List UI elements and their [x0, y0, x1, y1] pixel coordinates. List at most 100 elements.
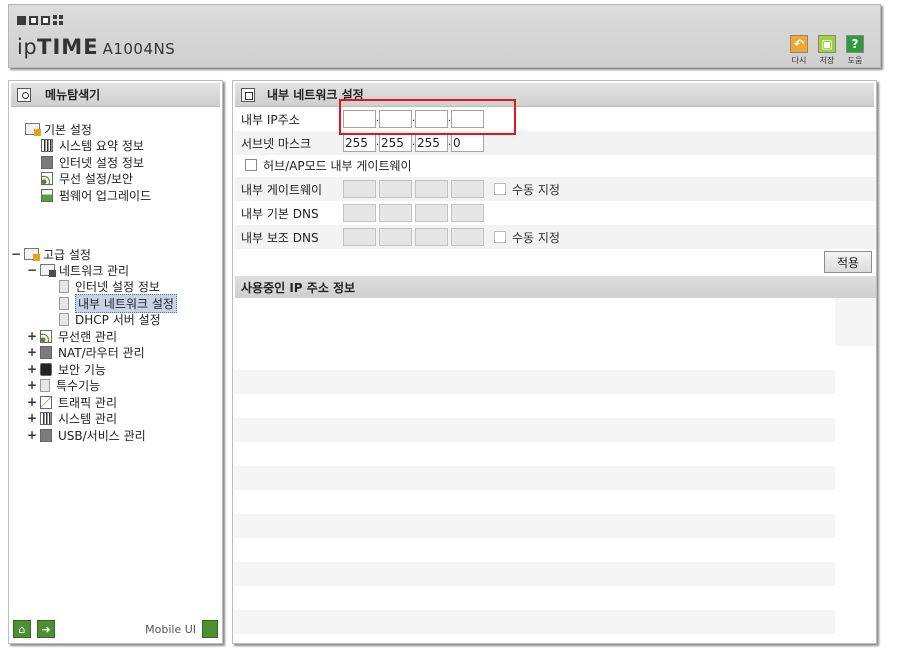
dns2-manual-label: 수동 지정 [512, 230, 560, 245]
internal-ip-octet-2[interactable] [379, 110, 412, 128]
dns2-manual: 수동 지정 [494, 229, 560, 246]
gateway-octet-3[interactable] [415, 180, 448, 198]
internal-ip-input: . . . [343, 110, 484, 128]
tree-basic-settings[interactable]: 기본 설정 [25, 121, 92, 137]
list-row [235, 562, 835, 586]
internal-ip-octet-4[interactable] [451, 110, 484, 128]
logout-icon[interactable]: ➔ [37, 620, 55, 638]
top-toolbar: ↶ 다시 ▣ 저장 ? 도움 [788, 35, 866, 66]
content-panel: 내부 네트워크 설정 내부 IP주소 . . . 서브넷 마스크 255. 25… [232, 80, 877, 644]
hub-ap-checkbox[interactable] [245, 159, 257, 171]
tree-internal-network[interactable]: 내부 네트워크 설정 [59, 293, 177, 313]
undo-icon: ↶ [790, 35, 808, 53]
expand-icon[interactable]: + [27, 362, 37, 376]
dns2-input [343, 228, 484, 246]
router-icon [40, 345, 52, 359]
tree-label: 인터넷 설정 정보 [59, 155, 144, 170]
dns2-octet-1[interactable] [343, 228, 376, 246]
gateway-manual-label: 수동 지정 [512, 182, 560, 197]
expand-icon[interactable]: + [27, 329, 37, 343]
gateway-octet-4[interactable] [451, 180, 484, 198]
tree-dhcp-server[interactable]: DHCP 서버 설정 [59, 311, 161, 327]
tree-usb-service[interactable]: + USB/서비스 관리 [27, 427, 146, 443]
dns1-octet-1[interactable] [343, 204, 376, 222]
tree-advanced-settings[interactable]: − 고급 설정 [11, 246, 91, 262]
undo-label: 다시 [791, 56, 807, 65]
tree-label: 고급 설정 [43, 247, 91, 262]
internal-ip-octet-1[interactable] [343, 110, 376, 128]
gateway-manual-checkbox[interactable] [494, 183, 506, 195]
dns2-manual-checkbox[interactable] [494, 231, 506, 243]
undo-button[interactable]: ↶ 다시 [788, 35, 810, 66]
brand-ip: ip [17, 35, 38, 59]
menu-explorer-header: 메뉴탐색기 [11, 83, 220, 107]
menu-explorer-panel: 메뉴탐색기 기본 설정 시스템 요약 정보 인터넷 설정 정보 무선 설정/보안… [8, 80, 223, 644]
tree-label: 보안 기능 [58, 362, 106, 377]
dns1-label: 내부 기본 DNS [241, 206, 319, 221]
tree-firmware-upgrade[interactable]: 펌웨어 업그레이드 [41, 187, 151, 203]
tree-label: 펌웨어 업그레이드 [59, 188, 152, 203]
home-icon[interactable]: ⌂ [13, 620, 31, 638]
subnet-octet-2[interactable]: 255 [379, 134, 412, 152]
gateway-row: 내부 게이트웨이 수동 지정 [235, 177, 876, 201]
help-button[interactable]: ? 도움 [844, 35, 866, 66]
tree-label: 인터넷 설정 정보 [75, 279, 160, 294]
dns2-label: 내부 보조 DNS [241, 230, 319, 245]
gateway-octet-1[interactable] [343, 180, 376, 198]
dns1-row: 내부 기본 DNS [235, 201, 876, 225]
dns1-octet-2[interactable] [379, 204, 412, 222]
collapse-icon[interactable]: − [11, 247, 21, 261]
dns1-octet-3[interactable] [415, 204, 448, 222]
brand-logo: ipTIME A1004NS [17, 35, 175, 59]
expand-icon[interactable]: + [27, 378, 37, 392]
list-row [235, 514, 835, 538]
left-footer: ⌂ ➔ Mobile UI [13, 619, 218, 639]
tree-network-management[interactable]: − 네트워크 관리 [27, 262, 129, 278]
page-title: 내부 네트워크 설정 [267, 88, 364, 102]
gateway-octet-2[interactable] [379, 180, 412, 198]
folder-icon [24, 248, 40, 261]
subnet-octet-3[interactable]: 255 [415, 134, 448, 152]
logo-squares [17, 15, 63, 25]
tree-traffic[interactable]: + 트래픽 관리 [27, 394, 117, 410]
expand-icon[interactable]: + [27, 395, 37, 409]
model-name: A1004NS [102, 40, 176, 58]
tree-system-management[interactable]: + 시스템 관리 [27, 410, 117, 426]
mobile-icon[interactable] [202, 620, 218, 638]
dns1-octet-4[interactable] [451, 204, 484, 222]
tree-nat-router[interactable]: + NAT/라우터 관리 [27, 344, 145, 360]
expand-icon[interactable]: + [27, 345, 37, 359]
tree-label: DHCP 서버 설정 [75, 312, 161, 327]
tree-wireless-lan[interactable]: + 무선랜 관리 [27, 328, 117, 344]
dns2-octet-3[interactable] [415, 228, 448, 246]
help-label: 도움 [847, 56, 863, 65]
expand-icon[interactable]: + [27, 428, 37, 442]
internal-ip-octet-3[interactable] [415, 110, 448, 128]
ip-info-header: 사용중인 IP 주소 정보 [235, 276, 876, 298]
brand-time: TIME [37, 35, 99, 59]
apply-button[interactable]: 적용 [824, 251, 872, 273]
tree-special[interactable]: + 특수기능 [27, 377, 100, 393]
folder-icon [25, 123, 41, 136]
collapse-icon[interactable]: − [27, 263, 37, 277]
save-button[interactable]: ▣ 저장 [816, 35, 838, 66]
tree-label: 기본 설정 [44, 122, 92, 137]
tree-internet-settings[interactable]: 인터넷 설정 정보 [41, 154, 144, 170]
tree-wireless-security[interactable]: 무선 설정/보안 [41, 170, 133, 186]
dns2-octet-2[interactable] [379, 228, 412, 246]
tree-internet-settings-adv[interactable]: 인터넷 설정 정보 [59, 278, 160, 294]
subnet-octet-4[interactable]: 0 [451, 134, 484, 152]
expand-icon[interactable]: + [27, 411, 37, 425]
window-icon [241, 87, 255, 102]
logo-grid-icon [53, 15, 63, 25]
subnet-octet-1[interactable]: 255 [343, 134, 376, 152]
internal-ip-row: 내부 IP주소 . . . [235, 107, 876, 131]
list-row [835, 298, 876, 322]
tree-security[interactable]: + 보안 기능 [27, 361, 106, 377]
special-icon [40, 378, 50, 392]
dns2-octet-4[interactable] [451, 228, 484, 246]
help-icon: ? [846, 35, 864, 53]
menu-explorer-title: 메뉴탐색기 [45, 88, 101, 102]
mobile-ui-link[interactable]: Mobile UI [145, 623, 196, 636]
tree-system-summary[interactable]: 시스템 요약 정보 [41, 137, 144, 153]
